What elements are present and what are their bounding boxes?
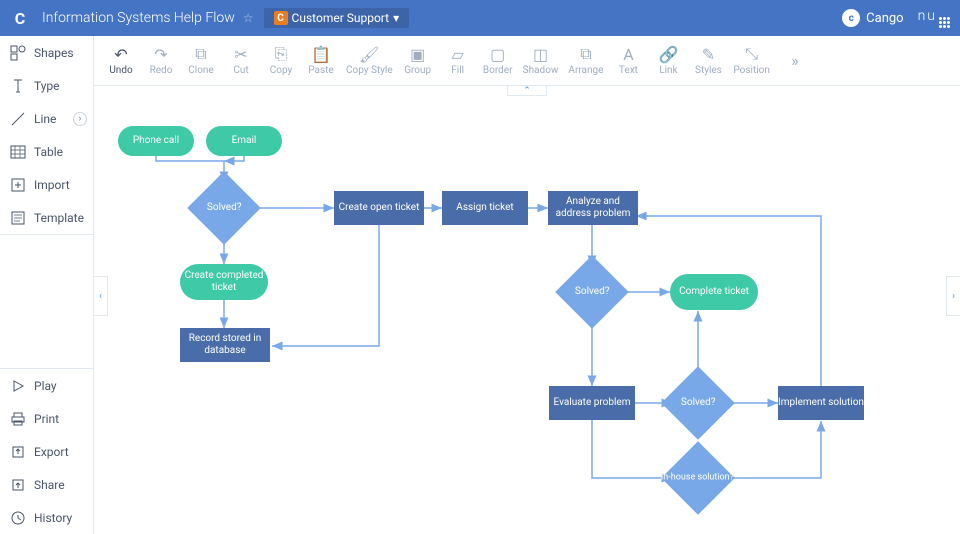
node-solved2[interactable]: Solved? [555, 255, 629, 329]
node-create-completed[interactable]: Create completed ticket [180, 264, 268, 300]
collapse-top-button[interactable]: ⌃ [507, 86, 547, 96]
tool-fill[interactable]: ▱Fill [439, 39, 477, 83]
text-icon: A [619, 45, 637, 63]
sidebar-item-print[interactable]: Print [0, 402, 93, 435]
collapse-left-button[interactable]: ‹ [94, 276, 108, 316]
sidebar-item-shapes[interactable]: Shapes [0, 36, 93, 69]
tool-copy[interactable]: ⎘Copy [262, 39, 300, 83]
tool-copy-style[interactable]: 🖌Copy Style [342, 39, 397, 83]
type-icon [10, 78, 26, 94]
tool-arrange[interactable]: ⧉Arrange [564, 39, 607, 83]
chevron-right-icon: › [73, 112, 87, 126]
node-complete[interactable]: Complete ticket [670, 274, 758, 310]
border-icon: ▢ [489, 45, 507, 63]
tool-border[interactable]: ▢Border [479, 39, 517, 83]
sidebar-item-type[interactable]: Type [0, 69, 93, 102]
sidebar: Shapes Type Line› Table Import Template … [0, 36, 94, 534]
link-icon: 🔗 [659, 45, 677, 63]
play-icon [10, 378, 26, 394]
tag-label: Customer Support [292, 11, 390, 25]
styles-icon: ✎ [699, 45, 717, 63]
sidebar-item-table[interactable]: Table [0, 135, 93, 168]
node-implement[interactable]: Implement solution [778, 386, 864, 420]
template-icon [10, 210, 26, 226]
category-tag[interactable]: C Customer Support ▾ [264, 8, 410, 28]
node-record[interactable]: Record stored in database [180, 328, 270, 362]
canvas[interactable]: ‹ › ⌃ [94, 86, 960, 534]
group-icon: ▣ [409, 45, 427, 63]
brand-logo[interactable]: nu [918, 8, 950, 28]
copy-icon: ⎘ [272, 45, 290, 63]
node-analyze[interactable]: Analyze and address problem [548, 191, 638, 225]
tool-undo[interactable]: ↶Undo [102, 39, 140, 83]
position-icon: ⤡ [743, 45, 761, 63]
chevron-down-icon: ▾ [393, 11, 399, 25]
shadow-icon: ◫ [532, 45, 550, 63]
fill-icon: ▱ [449, 45, 467, 63]
node-inhouse[interactable]: In-house solution? [661, 441, 735, 515]
sidebar-item-template[interactable]: Template [0, 201, 93, 234]
sidebar-item-play[interactable]: Play [0, 369, 93, 402]
logo-icon[interactable]: C [10, 8, 30, 28]
sidebar-item-export[interactable]: Export [0, 435, 93, 468]
sidebar-item-share[interactable]: Share [0, 468, 93, 501]
export-icon [10, 444, 26, 460]
sidebar-item-line[interactable]: Line› [0, 102, 93, 135]
tool-styles[interactable]: ✎Styles [689, 39, 727, 83]
star-icon[interactable]: ☆ [243, 11, 254, 25]
cut-icon: ✂ [232, 45, 250, 63]
user-menu[interactable]: c Cango [842, 9, 903, 27]
tool-shadow[interactable]: ◫Shadow [519, 39, 563, 83]
user-name: Cango [866, 11, 903, 26]
tool-cut[interactable]: ✂Cut [222, 39, 260, 83]
tool-group[interactable]: ▣Group [399, 39, 437, 83]
tool-more[interactable]: » [776, 39, 814, 83]
tag-icon: C [274, 11, 288, 25]
toolbar: ↶Undo ↷Redo ⧉Clone ✂Cut ⎘Copy 📋Paste 🖌Co… [94, 36, 960, 86]
collapse-right-button[interactable]: › [946, 276, 960, 316]
tool-clone[interactable]: ⧉Clone [182, 39, 220, 83]
node-phone-call[interactable]: Phone call [118, 126, 194, 156]
sidebar-item-history[interactable]: History [0, 501, 93, 534]
app-header: C Information Systems Help Flow ☆ C Cust… [0, 0, 960, 36]
clone-icon: ⧉ [192, 45, 210, 63]
share-icon [10, 477, 26, 493]
line-icon [10, 111, 26, 127]
node-assign[interactable]: Assign ticket [442, 191, 528, 225]
node-create-open[interactable]: Create open ticket [334, 191, 424, 225]
document-title[interactable]: Information Systems Help Flow [42, 10, 235, 26]
table-icon [10, 144, 26, 160]
redo-icon: ↷ [152, 45, 170, 63]
node-evaluate[interactable]: Evaluate problem [549, 386, 635, 420]
tool-text[interactable]: AText [609, 39, 647, 83]
print-icon [10, 411, 26, 427]
tool-link[interactable]: 🔗Link [649, 39, 687, 83]
undo-icon: ↶ [112, 45, 130, 63]
avatar: c [842, 9, 860, 27]
node-solved3[interactable]: Solved? [661, 366, 735, 440]
node-email[interactable]: Email [206, 126, 282, 156]
node-solved1[interactable]: Solved? [187, 171, 261, 245]
tool-position[interactable]: ⤡Position [729, 39, 773, 83]
more-icon: » [786, 52, 804, 70]
copy-style-icon: 🖌 [360, 45, 378, 63]
import-icon [10, 177, 26, 193]
sidebar-item-import[interactable]: Import [0, 168, 93, 201]
history-icon [10, 510, 26, 526]
tool-paste[interactable]: 📋Paste [302, 39, 340, 83]
shapes-icon [10, 45, 26, 61]
arrange-icon: ⧉ [577, 45, 595, 63]
paste-icon: 📋 [312, 45, 330, 63]
tool-redo[interactable]: ↷Redo [142, 39, 180, 83]
